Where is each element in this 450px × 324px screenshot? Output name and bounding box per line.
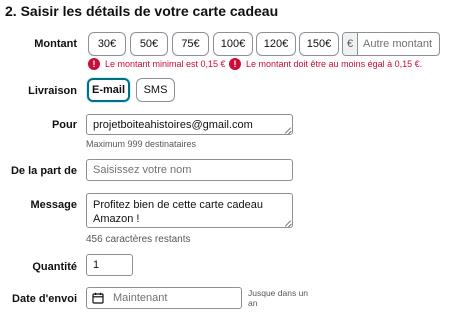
min-amount-error-text: Le montant minimal est 0,15 € bbox=[105, 59, 226, 69]
message-textarea[interactable] bbox=[86, 193, 293, 228]
send-date-picker[interactable]: Maintenant bbox=[86, 287, 242, 309]
amount-option-50[interactable]: 50€ bbox=[130, 32, 168, 56]
amount-at-least-error-text: Le montant doit être au moins égal à 0,1… bbox=[246, 59, 423, 69]
currency-symbol: € bbox=[343, 33, 358, 55]
calendar-icon[interactable] bbox=[87, 288, 109, 308]
quantity-input[interactable] bbox=[86, 254, 133, 276]
resize-grip-icon[interactable] bbox=[286, 221, 292, 227]
recipient-hint: Maximum 999 destinataires bbox=[86, 139, 197, 149]
recipient-email-field[interactable] bbox=[86, 114, 293, 135]
recipient-label: Pour bbox=[51, 119, 77, 131]
quantity-label: Quantité bbox=[32, 261, 77, 273]
send-date-value: Maintenant bbox=[113, 292, 168, 304]
amount-option-100[interactable]: 100€ bbox=[213, 32, 253, 56]
send-date-note: Jusque dans un an bbox=[248, 288, 309, 308]
amount-label: Montant bbox=[34, 38, 77, 50]
resize-grip-icon[interactable] bbox=[286, 128, 292, 134]
other-amount-field[interactable]: € bbox=[342, 32, 440, 56]
delivery-label: Livraison bbox=[28, 85, 77, 97]
amount-option-75[interactable]: 75€ bbox=[172, 32, 209, 56]
amount-option-30[interactable]: 30€ bbox=[88, 32, 126, 56]
amount-option-150[interactable]: 150€ bbox=[299, 32, 339, 56]
delivery-option-sms[interactable]: SMS bbox=[136, 78, 175, 102]
amount-option-120[interactable]: 120€ bbox=[256, 32, 296, 56]
sender-label: De la part de bbox=[10, 165, 77, 177]
amount-at-least-error: ! Le montant doit être au moins égal à 0… bbox=[229, 58, 422, 70]
other-amount-input[interactable] bbox=[358, 33, 439, 55]
message-label: Message bbox=[30, 199, 77, 211]
send-date-label: Date d'envoi bbox=[12, 293, 77, 305]
sender-name-input[interactable] bbox=[86, 159, 293, 181]
error-circle-icon: ! bbox=[88, 58, 100, 70]
section-title: 2. Saisir les détails de votre carte cad… bbox=[5, 3, 279, 19]
min-amount-error: ! Le montant minimal est 0,15 € bbox=[88, 58, 226, 70]
error-circle-icon: ! bbox=[229, 58, 241, 70]
message-remaining-count: 456 caractères restants bbox=[86, 234, 191, 245]
delivery-option-email[interactable]: E-mail bbox=[87, 78, 130, 102]
